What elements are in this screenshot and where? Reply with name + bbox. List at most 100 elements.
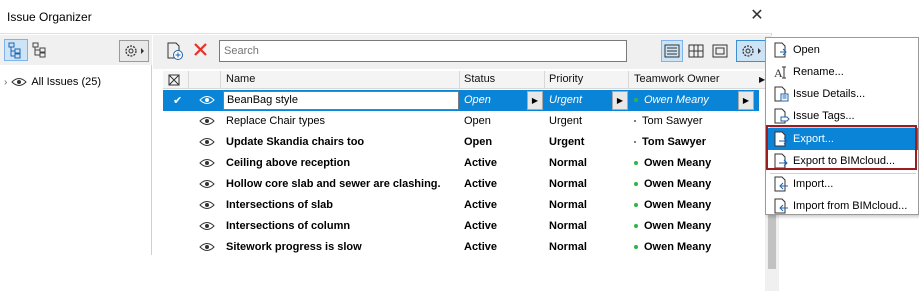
issue-owner: Owen Meany xyxy=(634,199,711,211)
issue-status: Active xyxy=(464,241,498,253)
table-row[interactable]: Replace Chair types Open Urgent Tom Sawyer xyxy=(163,111,759,132)
issue-status: Active xyxy=(464,178,498,190)
single-view-icon[interactable] xyxy=(709,40,731,62)
close-icon[interactable]: ✕ xyxy=(747,6,767,26)
eye-icon[interactable] xyxy=(199,199,215,214)
issue-status: Active xyxy=(464,199,498,211)
issue-owner: Owen Meany xyxy=(634,241,711,253)
details-icon xyxy=(774,86,789,102)
eye-icon[interactable] xyxy=(11,76,28,88)
left-settings-button[interactable] xyxy=(119,40,149,62)
issue-name: Sitework progress is slow xyxy=(226,241,362,253)
issue-status: Open xyxy=(464,136,493,148)
status-dot xyxy=(634,203,638,208)
owner-name: Owen Meany xyxy=(644,199,712,211)
eye-icon[interactable] xyxy=(199,241,215,256)
status-dot xyxy=(634,182,638,187)
table-row[interactable]: Hollow core slab and sewer are clashing.… xyxy=(163,174,759,195)
column-status[interactable]: Status xyxy=(464,73,495,85)
table-row[interactable]: Intersections of column Active Normal Owen … xyxy=(163,216,759,237)
menu-issue-tags[interactable]: Issue Tags... xyxy=(767,105,918,127)
issue-priority: Normal xyxy=(549,178,587,190)
issue-owner[interactable]: Owen Meany xyxy=(634,94,709,106)
column-name[interactable]: Name xyxy=(226,73,255,85)
column-owner[interactable]: Teamwork Owner xyxy=(634,73,720,85)
issue-name-field[interactable]: BeanBag style xyxy=(223,91,459,110)
grid-view-icon[interactable] xyxy=(685,40,707,62)
window-title: Issue Organizer xyxy=(7,10,92,24)
owner-name: Tom Sawyer xyxy=(642,115,703,127)
owner-name: Owen Meany xyxy=(644,157,712,169)
issue-owner: Tom Sawyer xyxy=(634,115,703,127)
import-cloud-icon xyxy=(774,198,788,214)
eye-icon[interactable] xyxy=(199,136,215,151)
issue-priority: Normal xyxy=(549,199,587,211)
checkmark-icon: ✔ xyxy=(173,95,183,107)
issue-name: Replace Chair types xyxy=(226,115,326,127)
list-view-icon[interactable] xyxy=(661,40,683,62)
status-dot xyxy=(634,161,638,166)
owner-name: Owen Meany xyxy=(644,94,709,106)
issue-name: Intersections of column xyxy=(226,220,351,232)
issue-owner: Owen Meany xyxy=(634,178,711,190)
eye-icon[interactable] xyxy=(199,157,215,172)
priority-dropdown-icon[interactable]: ▶ xyxy=(612,91,628,110)
import-icon xyxy=(774,176,788,192)
issue-priority: Urgent xyxy=(549,115,583,127)
issue-organizer-window: Issue Organizer ✕ › All Issues (25) Sear… xyxy=(0,0,779,291)
status-dot xyxy=(634,224,638,229)
search-input[interactable] xyxy=(219,40,627,62)
issue-name: Hollow core slab and sewer are clashing. xyxy=(226,178,441,190)
eye-icon[interactable] xyxy=(199,94,215,109)
menu-open[interactable]: Open xyxy=(767,39,918,61)
issue-name: Ceiling above reception xyxy=(226,157,351,169)
table-header: Name Status Priority Teamwork Owner ▶ xyxy=(163,71,769,89)
issue-status[interactable]: Open xyxy=(464,94,491,106)
owner-dropdown-icon[interactable]: ▶ xyxy=(738,91,754,110)
menu-issue-details[interactable]: Issue Details... xyxy=(767,83,918,105)
open-icon xyxy=(774,42,787,58)
menu-rename[interactable]: A Rename... xyxy=(767,61,918,83)
column-separator xyxy=(628,71,629,89)
status-dot xyxy=(634,98,638,103)
issue-priority: Normal xyxy=(549,157,587,169)
chevron-right-icon[interactable]: › xyxy=(4,77,7,88)
clash-column-icon[interactable] xyxy=(167,73,181,90)
delete-icon[interactable] xyxy=(189,40,213,62)
menu-import-bimcloud[interactable]: Import from BIMcloud... xyxy=(767,195,918,217)
issue-status: Open xyxy=(464,115,491,127)
new-issue-icon[interactable] xyxy=(163,40,187,62)
status-dropdown-icon[interactable]: ▶ xyxy=(527,91,543,110)
table-row[interactable]: Ceiling above reception Active Normal Owen … xyxy=(163,153,759,174)
issue-owner: Owen Meany xyxy=(634,157,711,169)
issue-priority[interactable]: Urgent xyxy=(549,94,582,106)
issue-priority: Normal xyxy=(549,241,587,253)
table-row[interactable]: Update Skandia chairs too Open Urgent Tom S… xyxy=(163,132,759,153)
left-panel: › All Issues (25) xyxy=(0,35,152,255)
issues-toolbar xyxy=(153,35,772,69)
tree-root-item[interactable]: › All Issues (25) xyxy=(4,73,101,91)
table-row[interactable]: ✔ BeanBag style Open ▶ Urgent ▶ Owen Meany ▶ xyxy=(163,90,759,111)
column-priority[interactable]: Priority xyxy=(549,73,583,85)
eye-icon[interactable] xyxy=(199,220,215,235)
issues-settings-button[interactable] xyxy=(736,40,766,62)
eye-icon[interactable] xyxy=(199,178,215,193)
issue-owner: Tom Sawyer xyxy=(634,136,706,148)
menu-import[interactable]: Import... xyxy=(767,173,918,195)
left-toolbar xyxy=(0,35,152,65)
title-bar: Issue Organizer ✕ xyxy=(0,0,772,34)
eye-icon[interactable] xyxy=(199,115,215,130)
column-separator xyxy=(544,71,545,89)
table-row[interactable]: Intersections of slab Active Normal Owen Me… xyxy=(163,195,759,216)
issue-status: Active xyxy=(464,220,498,232)
column-separator xyxy=(220,71,221,89)
owner-name: Tom Sawyer xyxy=(642,136,706,148)
column-separator xyxy=(459,71,460,89)
column-separator xyxy=(188,71,189,89)
owner-name: Owen Meany xyxy=(644,220,712,232)
issue-owner: Owen Meany xyxy=(634,220,711,232)
tree-view-icon[interactable] xyxy=(4,39,28,61)
issue-priority: Urgent xyxy=(549,136,585,148)
hierarchy-view-icon[interactable] xyxy=(28,39,52,61)
rename-icon: A xyxy=(774,66,786,80)
